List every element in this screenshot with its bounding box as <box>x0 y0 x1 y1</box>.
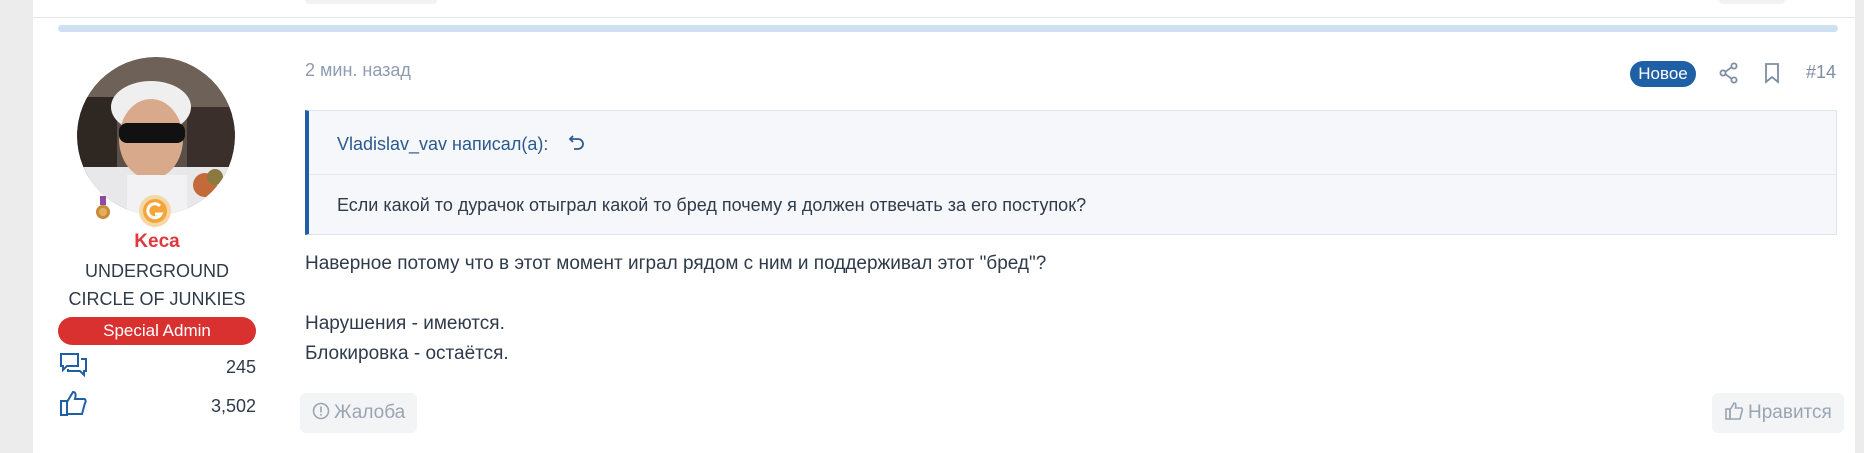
report-button[interactable]: Жалоба <box>300 393 418 433</box>
likes-icon <box>60 390 87 416</box>
like-label: Нравится <box>1748 402 1832 423</box>
post-date[interactable]: 2 мин. назад <box>305 60 411 81</box>
like-icon <box>1725 402 1744 420</box>
messages-icon <box>60 353 87 378</box>
post-body-line: Наверное потому что в этот момент играл … <box>305 253 1047 274</box>
username[interactable]: Keca <box>97 231 217 253</box>
post-separator <box>58 25 1838 32</box>
messages-count: 245 <box>225 357 256 377</box>
quote-header: Vladislav_vav написал(а): <box>309 111 1836 175</box>
previous-post-footer-right <box>1719 0 1785 4</box>
post-number[interactable]: #14 <box>1806 62 1836 83</box>
previous-post-footer-left <box>305 0 437 4</box>
share-icon[interactable] <box>1718 62 1740 84</box>
post-body-line: Нарушения - имеются. <box>305 313 505 334</box>
avatar[interactable] <box>77 57 235 215</box>
report-label: Жалоба <box>334 402 406 423</box>
user-title: UNDERGROUND CIRCLE OF JUNKIES <box>68 261 246 309</box>
report-icon <box>312 402 330 420</box>
group-badge-icon <box>139 195 171 227</box>
new-badge: Новое <box>1630 61 1696 87</box>
avatar-image <box>77 57 235 215</box>
quote-text: Если какой то дурачок отыграл какой то б… <box>337 195 1087 215</box>
quote-block: Vladislav_vav написал(а): Если какой то … <box>305 110 1837 235</box>
medal-icon <box>96 196 110 219</box>
post-body-line: Блокировка - остаётся. <box>305 343 509 364</box>
jump-to-quote-icon[interactable] <box>567 133 587 153</box>
like-button[interactable]: Нравится <box>1712 393 1844 433</box>
likes-count: 3,502 <box>210 396 256 416</box>
user-banner: Special Admin <box>58 317 256 345</box>
bookmark-icon[interactable] <box>1761 62 1783 84</box>
previous-post-footer <box>33 0 1855 18</box>
quote-author[interactable]: Vladislav_vav написал(а): <box>337 134 548 155</box>
